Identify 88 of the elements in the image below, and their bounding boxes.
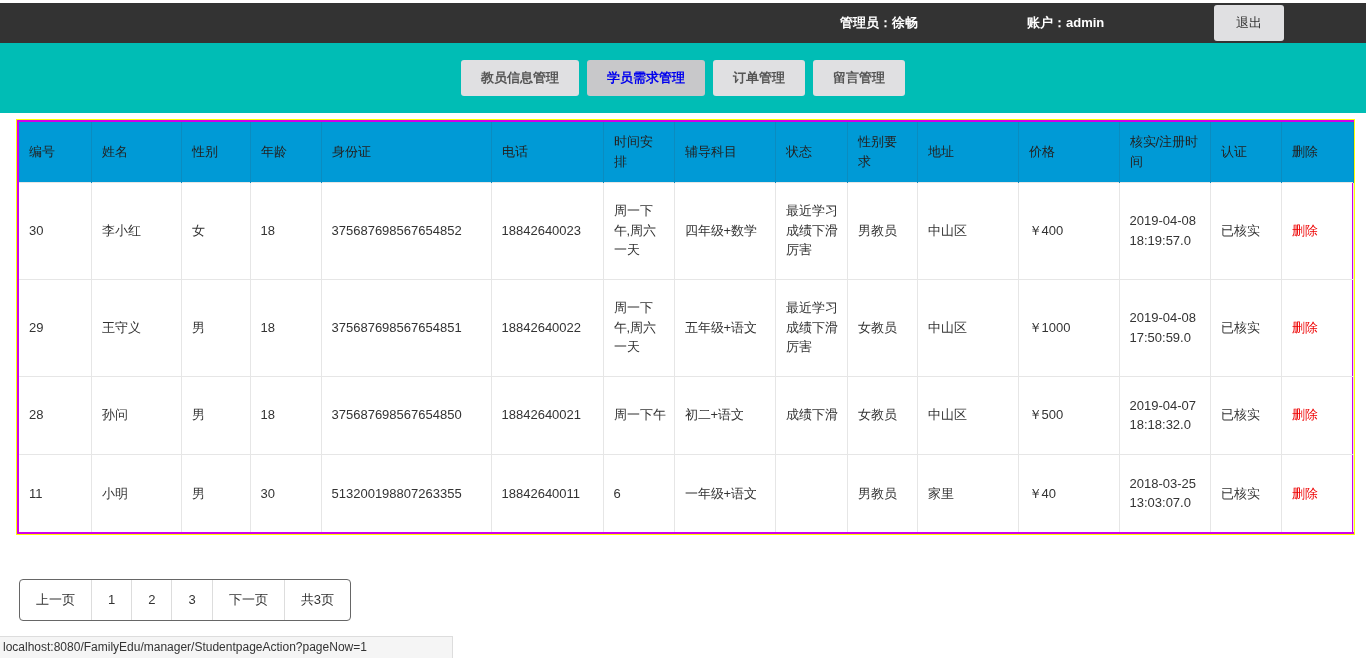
table-cell: 周一下午	[603, 376, 674, 454]
column-header: 认证	[1210, 122, 1281, 182]
table-cell: 中山区	[917, 376, 1018, 454]
table-cell: 最近学习成绩下滑厉害	[775, 279, 847, 376]
table-cell: 王守义	[91, 279, 181, 376]
table-cell: 2019-04-07 18:18:32.0	[1119, 376, 1210, 454]
nav-tab[interactable]: 教员信息管理	[461, 60, 579, 96]
column-header: 编号	[19, 122, 91, 182]
table-cell: 五年级+语文	[674, 279, 775, 376]
table-cell: 孙问	[91, 376, 181, 454]
table-cell: 周一下午,周六一天	[603, 182, 674, 279]
column-header: 电话	[491, 122, 603, 182]
table-cell: 2018-03-25 13:03:07.0	[1119, 454, 1210, 532]
table-cell: 18842640022	[491, 279, 603, 376]
column-header: 价格	[1018, 122, 1119, 182]
table-cell: 最近学习成绩下滑厉害	[775, 182, 847, 279]
column-header: 核实/注册时间	[1119, 122, 1210, 182]
page-link[interactable]: 3	[172, 580, 213, 620]
column-header: 地址	[917, 122, 1018, 182]
delete-link[interactable]: 删除	[1291, 485, 1318, 501]
table-cell: 男教员	[847, 182, 917, 279]
table-cell: 男教员	[847, 454, 917, 532]
table-cell: 初二+语文	[674, 376, 775, 454]
account-name: 账户：admin	[1027, 14, 1106, 33]
table-cell: ￥400	[1018, 182, 1119, 279]
page-link[interactable]: 1	[92, 580, 133, 620]
table-cell: 11	[19, 454, 91, 532]
admin-name: 管理员：徐畅	[840, 14, 919, 33]
table-cell: 女	[181, 182, 250, 279]
table-cell: 已核实	[1210, 279, 1281, 376]
table-cell: 18	[250, 279, 321, 376]
table-cell: 成绩下滑	[775, 376, 847, 454]
column-header: 性别	[181, 122, 250, 182]
table-cell: ￥500	[1018, 376, 1119, 454]
table-cell: 6	[603, 454, 674, 532]
table-cell: 30	[250, 454, 321, 532]
table-cell: 2019-04-08 17:50:59.0	[1119, 279, 1210, 376]
table-cell: 已核实	[1210, 182, 1281, 279]
table-cell: 18842640011	[491, 454, 603, 532]
table-cell: 中山区	[917, 279, 1018, 376]
nav-tab[interactable]: 学员需求管理	[587, 60, 705, 96]
table-cell: 375687698567654851	[321, 279, 491, 376]
table-cell: 18842640023	[491, 182, 603, 279]
table-cell: 女教员	[847, 279, 917, 376]
table-cell: 小明	[91, 454, 181, 532]
table-cell: 周一下午,周六一天	[603, 279, 674, 376]
column-header: 辅导科目	[674, 122, 775, 182]
nav-tab[interactable]: 留言管理	[813, 60, 905, 96]
column-header: 年龄	[250, 122, 321, 182]
table-cell: 29	[19, 279, 91, 376]
table-cell: 四年级+数学	[674, 182, 775, 279]
table-cell: 18	[250, 182, 321, 279]
column-header: 删除	[1281, 122, 1353, 182]
page-link[interactable]: 下一页	[212, 580, 285, 620]
page-link[interactable]: 共3页	[284, 580, 350, 620]
table-cell: 375687698567654852	[321, 182, 491, 279]
nav-tab[interactable]: 订单管理	[713, 60, 805, 96]
table-cell: 李小红	[91, 182, 181, 279]
table-cell: 18	[250, 376, 321, 454]
table-cell: 2019-04-08 18:19:57.0	[1119, 182, 1210, 279]
column-header: 性别要求	[847, 122, 917, 182]
table-cell: ￥1000	[1018, 279, 1119, 376]
column-header: 时间安排	[603, 122, 674, 182]
table-cell: 男	[181, 454, 250, 532]
table-cell: 28	[19, 376, 91, 454]
table-cell: 375687698567654850	[321, 376, 491, 454]
logout-button[interactable]: 退出	[1214, 5, 1284, 41]
table-cell: 男	[181, 279, 250, 376]
column-header: 身份证	[321, 122, 491, 182]
page-link[interactable]: 2	[132, 580, 173, 620]
column-header: 姓名	[91, 122, 181, 182]
table-cell: 30	[19, 182, 91, 279]
table-cell: 女教员	[847, 376, 917, 454]
table-cell: 18842640021	[491, 376, 603, 454]
table-cell: 已核实	[1210, 454, 1281, 532]
table-cell: 已核实	[1210, 376, 1281, 454]
table-cell: 一年级+语文	[674, 454, 775, 532]
page-link[interactable]: 上一页	[20, 580, 92, 620]
status-url: localhost:8080/FamilyEdu/manager/StudentpageAction?pageNow=1	[0, 636, 453, 658]
table-cell: ￥40	[1018, 454, 1119, 532]
delete-link[interactable]: 删除	[1291, 319, 1318, 335]
table-cell: 513200198807263355	[321, 454, 491, 532]
table-cell: 中山区	[917, 182, 1018, 279]
delete-link[interactable]: 删除	[1291, 222, 1318, 238]
column-header: 状态	[775, 122, 847, 182]
table-cell: 男	[181, 376, 250, 454]
table-cell: 家里	[917, 454, 1018, 532]
delete-link[interactable]: 删除	[1291, 407, 1318, 423]
